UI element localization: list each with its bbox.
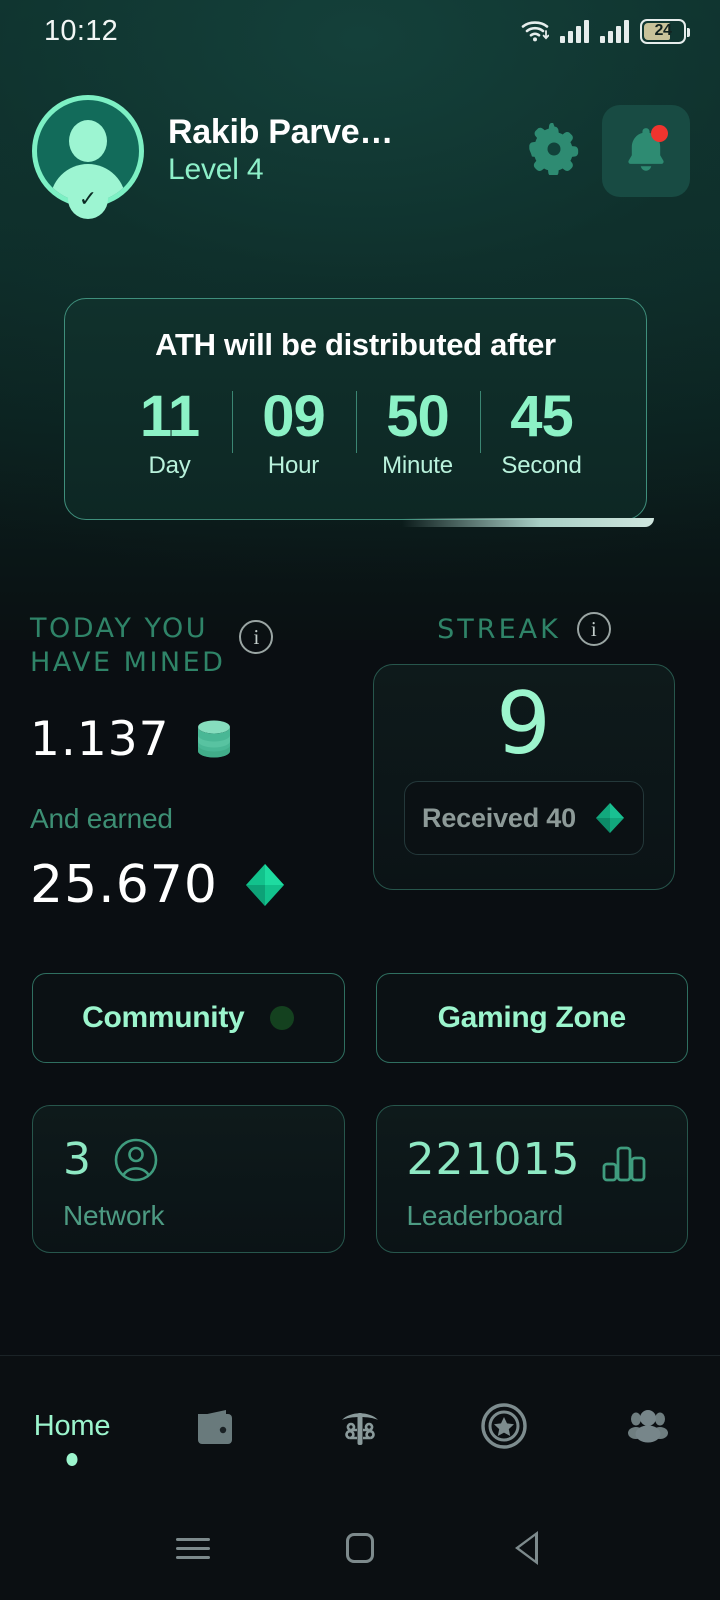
nav-item-home[interactable]: Home: [0, 1356, 144, 1496]
countdown-unit-day: 11 Day: [108, 387, 232, 480]
battery-percent: 24: [654, 22, 672, 39]
leaderboard-card[interactable]: 221015 Leaderboard: [375, 1105, 688, 1253]
coin-stack-icon: [192, 715, 236, 763]
status-bar: 10:12 24: [0, 0, 720, 62]
countdown-second-label: Second: [501, 452, 582, 480]
countdown-units: 11 Day 09 Hour 50 Minute 45 Second: [65, 387, 646, 480]
diamond-icon: [594, 801, 626, 835]
nav-home-label: Home: [33, 1409, 111, 1442]
streak-card[interactable]: 9 Received 40: [373, 664, 675, 890]
today-mined-value-row: 1.137: [30, 712, 360, 767]
community-button-label: Community: [82, 1001, 245, 1034]
signal-bars-icon-2: [600, 19, 629, 43]
nav-item-mining[interactable]: [288, 1356, 432, 1496]
countdown-unit-hour: 09 Hour: [231, 384, 356, 480]
leaderboard-label: Leaderboard: [406, 1200, 564, 1231]
people-icon: [622, 1400, 674, 1452]
bar-chart-icon: [600, 1136, 648, 1184]
countdown-card: ATH will be distributed after 11 Day 09 …: [64, 298, 654, 527]
countdown-second-value: 45: [510, 384, 574, 449]
today-mined-value: 1.137: [30, 711, 170, 767]
streak-received-pill: Received 40: [404, 781, 644, 856]
user-circle-icon: [112, 1136, 160, 1184]
and-earned-label: And earned: [30, 802, 173, 834]
app-screen: 10:12 24 ✓ Rakib Parve… Level 4 ATH will…: [0, 0, 720, 1600]
wifi-icon: [521, 19, 550, 43]
user-level: Level 4: [168, 152, 264, 186]
star-badge-icon: [478, 1400, 530, 1452]
countdown-minute-label: Minute: [382, 452, 453, 480]
countdown-hour-label: Hour: [267, 452, 320, 480]
settings-button[interactable]: [522, 119, 586, 183]
streak-section: STREAK i 9 Received 40: [373, 612, 675, 890]
signal-bars-icon: [560, 19, 589, 43]
streak-received-label: Received 40: [422, 802, 576, 833]
countdown-minute-value: 50: [386, 384, 450, 449]
menu-icon[interactable]: [170, 1525, 216, 1571]
android-navigation-bar: [0, 1496, 720, 1600]
network-label: Network: [63, 1200, 165, 1231]
earned-value-row: 25.670: [30, 855, 360, 915]
nav-item-wallet[interactable]: [144, 1356, 288, 1496]
stat-cards-row: 3 Network 221015 Leaderboard: [32, 1105, 688, 1253]
status-bar-clock: 10:12: [44, 14, 119, 47]
leaderboard-value: 221015: [406, 1134, 581, 1185]
nav-item-rewards[interactable]: [432, 1356, 576, 1496]
avatar-person-icon: [69, 120, 107, 162]
countdown-unit-minute: 50 Minute: [355, 384, 480, 480]
gear-icon: [528, 121, 580, 180]
today-mined-title: TODAY YOU HAVE MINED: [30, 612, 225, 680]
network-card[interactable]: 3 Network: [32, 1105, 345, 1253]
status-bar-indicators: 24: [521, 18, 690, 44]
streak-title: STREAK: [437, 613, 561, 645]
info-icon[interactable]: i: [576, 612, 611, 646]
community-status-dot: [270, 1006, 295, 1030]
info-icon[interactable]: i: [239, 620, 274, 654]
bottom-navigation: Home: [0, 1356, 720, 1496]
battery-icon: 24: [640, 18, 690, 44]
profile-names: Rakib Parve… Level 4: [168, 113, 522, 189]
leaderboard-card-top: 221015: [407, 1136, 688, 1184]
notification-badge-dot: [651, 125, 668, 142]
countdown-day-label: Day: [148, 452, 191, 480]
diamond-icon: [244, 862, 286, 908]
wallet-icon: [190, 1400, 242, 1452]
username: Rakib Parve…: [168, 112, 394, 151]
check-badge-icon: ✓: [68, 179, 108, 219]
home-square-icon[interactable]: [337, 1525, 383, 1571]
streak-header: STREAK i: [373, 612, 675, 646]
nav-item-team[interactable]: [576, 1356, 720, 1496]
today-mined-title-line1: TODAY YOU: [30, 613, 209, 644]
today-mined-header: TODAY YOU HAVE MINED i: [30, 612, 360, 680]
countdown-title: ATH will be distributed after: [155, 327, 556, 362]
network-value: 3: [63, 1134, 92, 1185]
action-buttons-row: Community Gaming Zone: [32, 973, 688, 1063]
community-button[interactable]: Community: [32, 973, 345, 1063]
pickaxe-mining-icon: [334, 1400, 386, 1452]
today-mined-title-line2: HAVE MINED: [30, 646, 226, 678]
back-triangle-icon[interactable]: [504, 1525, 550, 1571]
gaming-zone-button-label: Gaming Zone: [437, 1001, 627, 1034]
notifications-button[interactable]: [602, 105, 690, 197]
countdown-unit-second: 45 Second: [479, 384, 604, 480]
streak-value: 9: [496, 674, 552, 774]
network-card-top: 3: [63, 1136, 344, 1184]
countdown-day-value: 11: [139, 384, 200, 449]
profile-header: ✓ Rakib Parve… Level 4: [0, 86, 720, 219]
earned-value: 25.670: [30, 854, 218, 915]
countdown-hour-value: 09: [262, 384, 326, 449]
avatar[interactable]: ✓: [32, 95, 144, 219]
gaming-zone-button[interactable]: Gaming Zone: [375, 973, 688, 1063]
nav-active-indicator-dot: [66, 1453, 78, 1466]
today-mined-section: TODAY YOU HAVE MINED i 1.137 And earned …: [30, 612, 360, 915]
